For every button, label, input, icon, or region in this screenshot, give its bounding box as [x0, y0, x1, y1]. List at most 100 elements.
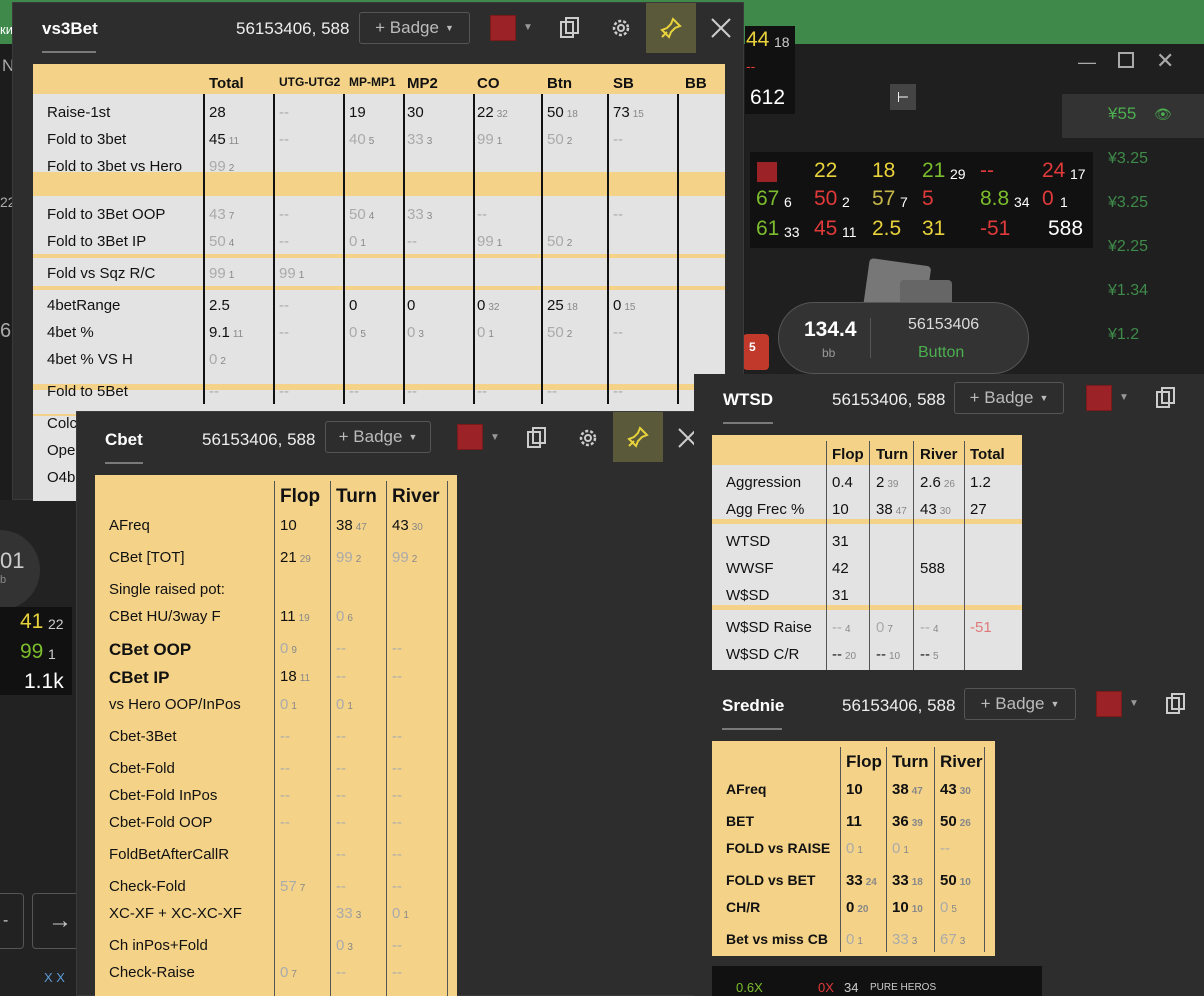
- wtsd-tab[interactable]: WTSD: [723, 390, 773, 410]
- hud-stat: 57: [872, 187, 896, 210]
- chevron-down-icon[interactable]: ▼: [1119, 392, 1129, 403]
- stat-number: 0: [280, 696, 289, 713]
- hud-stat: 6: [784, 194, 792, 210]
- stat-value: 30: [407, 104, 427, 121]
- copy-icon[interactable]: [519, 420, 555, 456]
- color-swatch[interactable]: [1096, 691, 1122, 717]
- srednie-tab[interactable]: Srednie: [722, 696, 784, 716]
- left-hud-value: 99: [20, 640, 44, 663]
- row-label: Agg Frec %: [726, 501, 805, 518]
- stat-number: 99: [392, 549, 409, 566]
- close-icon[interactable]: [703, 10, 739, 46]
- stat-number: --: [279, 233, 289, 250]
- color-swatch[interactable]: [457, 424, 483, 450]
- chip-stack-icon: [743, 334, 769, 370]
- row-label: 4betRange: [47, 297, 121, 314]
- stat-number: 40: [349, 131, 366, 148]
- stat-value: 50 2: [547, 233, 572, 250]
- stat-value: --: [392, 640, 405, 657]
- sample-size: 4: [228, 238, 235, 249]
- pin-icon[interactable]: [613, 412, 663, 462]
- chevron-down-icon[interactable]: ▼: [490, 432, 500, 443]
- color-swatch[interactable]: [490, 15, 516, 41]
- stat-number: 27: [970, 501, 987, 518]
- stat-number: --: [392, 668, 402, 685]
- stat-number: --: [832, 619, 842, 636]
- add-badge-button[interactable]: + Badge ▼: [359, 12, 470, 44]
- pin-icon[interactable]: [646, 3, 696, 53]
- settings-icon[interactable]: [570, 420, 606, 456]
- add-badge-button[interactable]: + Badge ▼: [954, 382, 1064, 414]
- stat-number: --: [336, 878, 346, 895]
- stat-number: 2.5: [209, 297, 230, 314]
- left-hud-value: 41: [20, 610, 44, 633]
- stat-value: 40 5: [349, 131, 374, 148]
- row-label: Colc: [47, 415, 78, 432]
- column-divider: [386, 481, 387, 996]
- stat-number: --: [392, 640, 402, 657]
- stat-number: --: [280, 760, 290, 777]
- stat-number: 99: [336, 549, 353, 566]
- stat-number: 0: [349, 297, 358, 314]
- stat-value: 43 7: [209, 206, 234, 223]
- sample-size: 1: [360, 238, 366, 249]
- stat-number: 0: [846, 899, 855, 916]
- settings-icon[interactable]: [603, 10, 639, 46]
- stat-number: 57: [280, 878, 297, 895]
- vs3bet-tab[interactable]: vs3Bet: [42, 19, 98, 39]
- stat-number: 33: [892, 872, 909, 889]
- stat-value: [685, 383, 688, 400]
- color-swatch[interactable]: [1086, 385, 1112, 411]
- cbet-tab[interactable]: Cbet: [105, 430, 143, 450]
- stat-value: 1.2: [970, 474, 994, 491]
- stat-number: 99: [209, 158, 226, 175]
- stat-value: 45 11: [209, 131, 239, 148]
- row-label: FOLD vs RAISE: [726, 840, 831, 856]
- player-position: Button: [918, 344, 965, 361]
- sample-size: 1: [403, 910, 409, 921]
- stat-value: 10: [832, 501, 852, 518]
- copy-icon[interactable]: [552, 10, 588, 46]
- stat-value: [280, 846, 283, 863]
- stat-number: 31: [832, 587, 849, 604]
- left-button[interactable]: -: [0, 893, 24, 949]
- stat-value: --: [392, 964, 405, 981]
- chevron-down-icon[interactable]: ▼: [523, 22, 533, 33]
- stat-value: 50 4: [349, 206, 374, 223]
- copy-icon[interactable]: [1148, 380, 1184, 416]
- stat-number: 31: [832, 533, 849, 550]
- copy-icon[interactable]: [1158, 686, 1194, 722]
- stat-value: --: [613, 383, 626, 400]
- column-divider: [274, 481, 275, 996]
- row-label: Check-Raise: [109, 964, 195, 981]
- stat-value: 43 30: [920, 501, 951, 518]
- sample-size: 2: [566, 329, 573, 340]
- top-hud-value: 44: [746, 28, 770, 51]
- chevron-down-icon: ▼: [1039, 393, 1049, 403]
- sample-size: 30: [411, 522, 423, 533]
- column-divider: [403, 94, 405, 404]
- chevron-down-icon[interactable]: ▼: [1129, 698, 1139, 709]
- stat-value: 0: [349, 297, 360, 314]
- add-badge-button[interactable]: + Badge ▼: [325, 421, 431, 453]
- hud-stat: 50: [814, 187, 838, 210]
- stat-value: 50 10: [940, 872, 971, 889]
- eye-icon[interactable]: 👁: [1154, 106, 1172, 123]
- stat-value: -- 10: [876, 646, 900, 663]
- stat-number: 50: [209, 233, 226, 250]
- minimize-icon[interactable]: —: [1078, 52, 1096, 73]
- close-window-icon[interactable]: ✕: [1156, 48, 1174, 74]
- stat-number: 43: [920, 501, 937, 518]
- stat-number: --: [477, 206, 487, 223]
- row-label: Cbet-Fold OOP: [109, 814, 213, 831]
- stat-value: 07: [876, 619, 893, 636]
- stat-number: --: [336, 814, 346, 831]
- stat-number: --: [280, 728, 290, 745]
- row-label: AFreq: [109, 517, 150, 534]
- table-icon[interactable]: ⊢: [890, 84, 916, 110]
- add-badge-button[interactable]: + Badge ▼: [964, 688, 1076, 720]
- stat-number: 45: [209, 131, 226, 148]
- sample-size: 3: [959, 936, 966, 947]
- maximize-icon[interactable]: [1118, 52, 1134, 68]
- chevron-down-icon: ▼: [444, 23, 454, 33]
